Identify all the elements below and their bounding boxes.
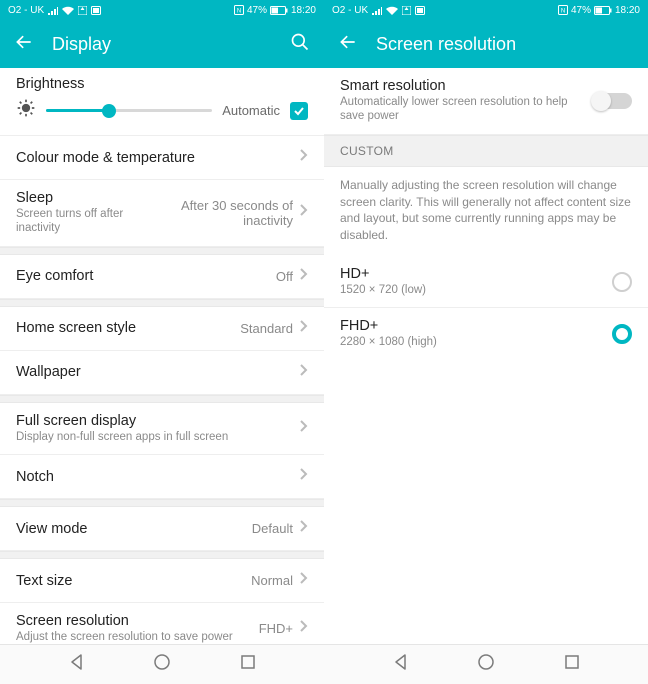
row-sleep[interactable]: Sleep Screen turns off after inactivity … <box>0 180 324 247</box>
page-title: Screen resolution <box>376 34 634 55</box>
back-icon[interactable] <box>14 32 34 57</box>
section-header-custom: CUSTOM <box>324 135 648 167</box>
back-icon[interactable] <box>338 32 358 57</box>
nav-recent-icon[interactable] <box>239 653 257 676</box>
auto-brightness-checkbox[interactable] <box>290 102 308 120</box>
battery-icon <box>594 6 612 15</box>
row-notch[interactable]: Notch <box>0 455 324 499</box>
row-title: Sleep <box>16 190 153 206</box>
chevron-right-icon <box>299 619 308 638</box>
carrier-label: O2 - UK <box>332 5 368 16</box>
brightness-icon <box>16 98 36 123</box>
chevron-right-icon <box>299 419 308 438</box>
battery-percent: 47% <box>247 5 267 16</box>
svg-text:N: N <box>561 9 565 15</box>
clock: 18:20 <box>291 5 316 16</box>
nav-recent-icon[interactable] <box>563 653 581 676</box>
chevron-right-icon <box>299 363 308 382</box>
signal-icon <box>372 6 382 15</box>
nav-back-icon[interactable] <box>68 653 86 676</box>
status-extra-icon-1 <box>402 6 411 15</box>
radio-hd[interactable] <box>612 272 632 292</box>
radio-fhd[interactable] <box>612 324 632 344</box>
chevron-right-icon <box>299 319 308 338</box>
chevron-right-icon <box>299 148 308 167</box>
wifi-icon <box>62 6 74 15</box>
battery-percent: 47% <box>571 5 591 16</box>
row-view-mode[interactable]: View mode Default <box>0 507 324 551</box>
row-screen-resolution[interactable]: Screen resolution Adjust the screen reso… <box>0 603 324 644</box>
status-extra-icon-2 <box>415 6 425 15</box>
brightness-slider[interactable] <box>46 101 212 121</box>
row-title: Colour mode & temperature <box>16 150 299 166</box>
row-value: After 30 seconds of inactivity <box>153 198 293 228</box>
row-full-screen[interactable]: Full screen display Display non-full scr… <box>0 403 324 455</box>
chevron-right-icon <box>299 467 308 486</box>
chevron-right-icon <box>299 519 308 538</box>
smart-resolution-toggle[interactable] <box>592 93 632 109</box>
nfc-icon: N <box>234 5 244 15</box>
option-hd[interactable]: HD+ 1520 × 720 (low) <box>324 256 648 308</box>
row-smart-resolution[interactable]: Smart resolution Automatically lower scr… <box>324 68 648 135</box>
auto-brightness-label: Automatic <box>222 103 280 118</box>
row-color-mode[interactable]: Colour mode & temperature <box>0 136 324 180</box>
status-extra-icon-2 <box>91 6 101 15</box>
brightness-block: Brightness Automatic <box>0 68 324 136</box>
search-icon[interactable] <box>290 32 310 57</box>
content-right: Smart resolution Automatically lower scr… <box>324 68 648 644</box>
nfc-icon: N <box>558 5 568 15</box>
row-eye-comfort[interactable]: Eye comfort Off <box>0 255 324 299</box>
row-sub: Screen turns off after inactivity <box>16 207 153 236</box>
chevron-right-icon <box>299 203 308 222</box>
app-bar: Display <box>0 20 324 68</box>
chevron-right-icon <box>299 267 308 286</box>
nav-home-icon[interactable] <box>477 653 495 676</box>
carrier-label: O2 - UK <box>8 5 44 16</box>
chevron-right-icon <box>299 571 308 590</box>
status-bar: O2 - UK N 47% 18:20 <box>0 0 324 20</box>
signal-icon <box>48 6 58 15</box>
phone-left: O2 - UK N 47% 18:20 <box>0 0 324 684</box>
row-wallpaper[interactable]: Wallpaper <box>0 351 324 395</box>
row-text-size[interactable]: Text size Normal <box>0 559 324 603</box>
phone-right: O2 - UK N 47% 18:20 <box>324 0 648 684</box>
content-left: Brightness Automatic Colour mode & tempe… <box>0 68 324 644</box>
nav-back-icon[interactable] <box>392 653 410 676</box>
nav-home-icon[interactable] <box>153 653 171 676</box>
svg-text:N: N <box>237 9 241 15</box>
page-title: Display <box>52 34 272 55</box>
option-fhd[interactable]: FHD+ 2280 × 1080 (high) <box>324 308 648 359</box>
wifi-icon <box>386 6 398 15</box>
nav-bar <box>0 644 324 684</box>
custom-info-text: Manually adjusting the screen resolution… <box>324 167 648 256</box>
app-bar: Screen resolution <box>324 20 648 68</box>
brightness-label: Brightness <box>16 76 308 92</box>
status-bar: O2 - UK N 47% 18:20 <box>324 0 648 20</box>
nav-bar <box>324 644 648 684</box>
status-extra-icon-1 <box>78 6 87 15</box>
row-home-style[interactable]: Home screen style Standard <box>0 307 324 351</box>
battery-icon <box>270 6 288 15</box>
clock: 18:20 <box>615 5 640 16</box>
